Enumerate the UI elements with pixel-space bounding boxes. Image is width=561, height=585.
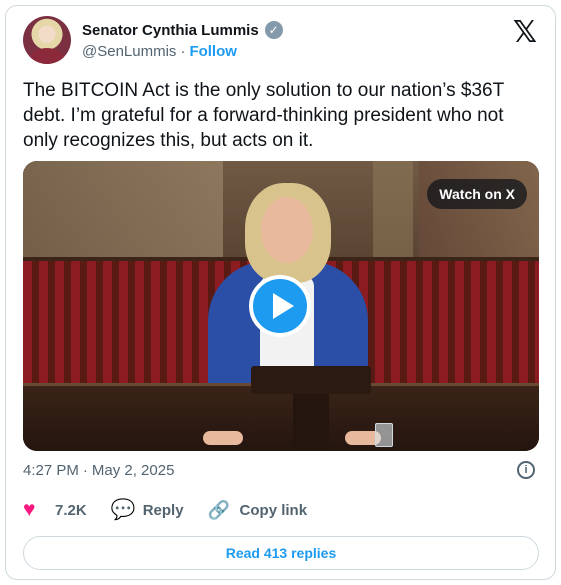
reply-bubble-icon: 💬: [110, 499, 136, 521]
watch-on-x-button[interactable]: Watch on X: [427, 179, 527, 209]
timestamp-separator: ·: [82, 462, 88, 479]
link-icon: 🔗: [207, 500, 230, 520]
read-replies-button[interactable]: Read 413 replies: [23, 536, 539, 570]
tweet-time: 4:27 PM: [23, 462, 79, 479]
tweet-card: Senator Cynthia Lummis ✓ @SenLummis · Fo…: [5, 5, 556, 580]
tweet-timestamp[interactable]: 4:27 PM · May 2, 2025: [23, 462, 174, 479]
play-icon: [272, 293, 294, 319]
reply-button[interactable]: 💬 Reply: [111, 500, 184, 520]
x-logo-icon[interactable]: 𝕏: [513, 18, 537, 48]
video-player[interactable]: Watch on X: [23, 161, 539, 451]
tweet-text: The BITCOIN Act is the only solution to …: [23, 80, 504, 151]
like-button[interactable]: ♥ 7.2K: [23, 498, 87, 521]
follow-button[interactable]: Follow: [189, 43, 237, 60]
tweet-actions: ♥ 7.2K 💬 Reply 🔗 Copy link: [23, 498, 308, 521]
copy-link-label: Copy link: [239, 501, 308, 519]
chamber-desk: [23, 386, 539, 451]
copy-link-button[interactable]: 🔗 Copy link: [208, 500, 308, 520]
heart-icon: ♥: [23, 498, 36, 521]
author-name-row: Senator Cynthia Lummis ✓: [82, 21, 283, 39]
author-handle[interactable]: @SenLummis: [82, 43, 176, 60]
info-icon[interactable]: i: [517, 461, 535, 479]
like-count: 7.2K: [55, 501, 87, 519]
lectern: [251, 366, 371, 394]
handle-separator: ·: [180, 43, 186, 60]
author-name[interactable]: Senator Cynthia Lummis: [82, 22, 259, 39]
tweet-date: May 2, 2025: [91, 462, 175, 479]
play-button[interactable]: [249, 275, 311, 337]
author-avatar[interactable]: [23, 16, 71, 64]
reply-label: Reply: [142, 501, 184, 519]
water-glass: [375, 423, 393, 447]
author-handle-row: @SenLummis · Follow: [82, 43, 237, 60]
verified-badge-icon: ✓: [264, 21, 283, 39]
